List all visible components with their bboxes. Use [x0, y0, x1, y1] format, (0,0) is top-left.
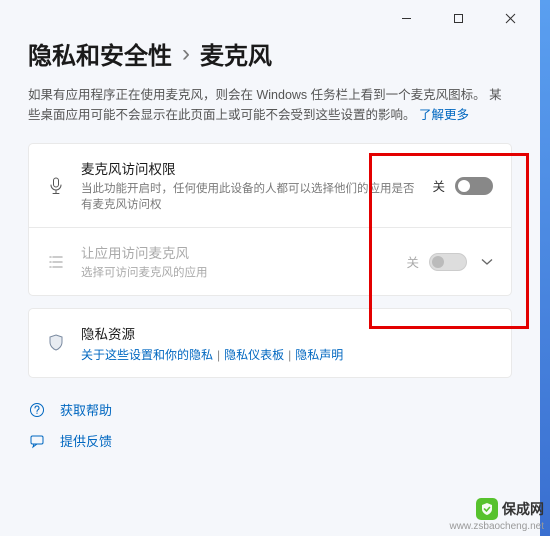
privacy-links: 关于这些设置和你的隐私|隐私仪表板|隐私声明 [81, 346, 493, 363]
help-icon [28, 402, 46, 418]
microphone-icon [47, 177, 65, 195]
card-title: 让应用访问麦克风 [81, 242, 390, 262]
watermark: 保成网 www.zsbaocheng.net [449, 498, 544, 532]
card-title: 麦克风访问权限 [81, 158, 416, 178]
watermark-url: www.zsbaocheng.net [449, 521, 544, 532]
mic-access-toggle[interactable] [455, 177, 493, 195]
list-icon [47, 255, 65, 269]
privacy-statement-link[interactable]: 隐私声明 [295, 348, 343, 362]
maximize-button[interactable] [436, 3, 480, 33]
learn-more-link[interactable]: 了解更多 [419, 108, 469, 122]
breadcrumb-current: 麦克风 [200, 36, 272, 71]
breadcrumb-parent[interactable]: 隐私和安全性 [28, 36, 172, 71]
privacy-dashboard-link[interactable]: 隐私仪表板 [224, 348, 284, 362]
watermark-brand: 保成网 [502, 499, 544, 519]
card-subtitle: 当此功能开启时，任何使用此设备的人都可以选择他们的应用是否有麦克风访问权 [81, 181, 416, 213]
feedback-icon [28, 433, 46, 449]
close-button[interactable] [488, 3, 532, 33]
titlebar [0, 0, 540, 36]
desktop-edge [540, 0, 550, 536]
app-access-card[interactable]: 让应用访问麦克风 选择可访问麦克风的应用 关 [28, 227, 512, 296]
switch-state-label: 关 [406, 252, 419, 271]
feedback-link[interactable]: 提供反馈 [28, 431, 512, 450]
settings-window: 隐私和安全性 › 麦克风 如果有应用程序正在使用麦克风，则会在 Windows … [0, 0, 540, 520]
card-subtitle: 选择可访问麦克风的应用 [81, 265, 390, 281]
switch-state-label: 关 [432, 176, 445, 195]
watermark-badge-icon [476, 498, 498, 520]
minimize-button[interactable] [384, 3, 428, 33]
privacy-resources-card: 隐私资源 关于这些设置和你的隐私|隐私仪表板|隐私声明 [28, 308, 512, 378]
about-settings-link[interactable]: 关于这些设置和你的隐私 [81, 348, 213, 362]
shield-icon [47, 334, 65, 352]
breadcrumb-sep: › [182, 40, 190, 68]
breadcrumb: 隐私和安全性 › 麦克风 [28, 36, 512, 71]
card-title: 隐私资源 [81, 323, 493, 343]
chevron-down-icon [481, 255, 493, 269]
page-description: 如果有应用程序正在使用麦克风，则会在 Windows 任务栏上看到一个麦克风图标… [28, 85, 512, 125]
app-access-toggle [429, 253, 467, 271]
mic-access-card[interactable]: 麦克风访问权限 当此功能开启时，任何使用此设备的人都可以选择他们的应用是否有麦克… [28, 143, 512, 228]
get-help-link[interactable]: 获取帮助 [28, 400, 512, 419]
